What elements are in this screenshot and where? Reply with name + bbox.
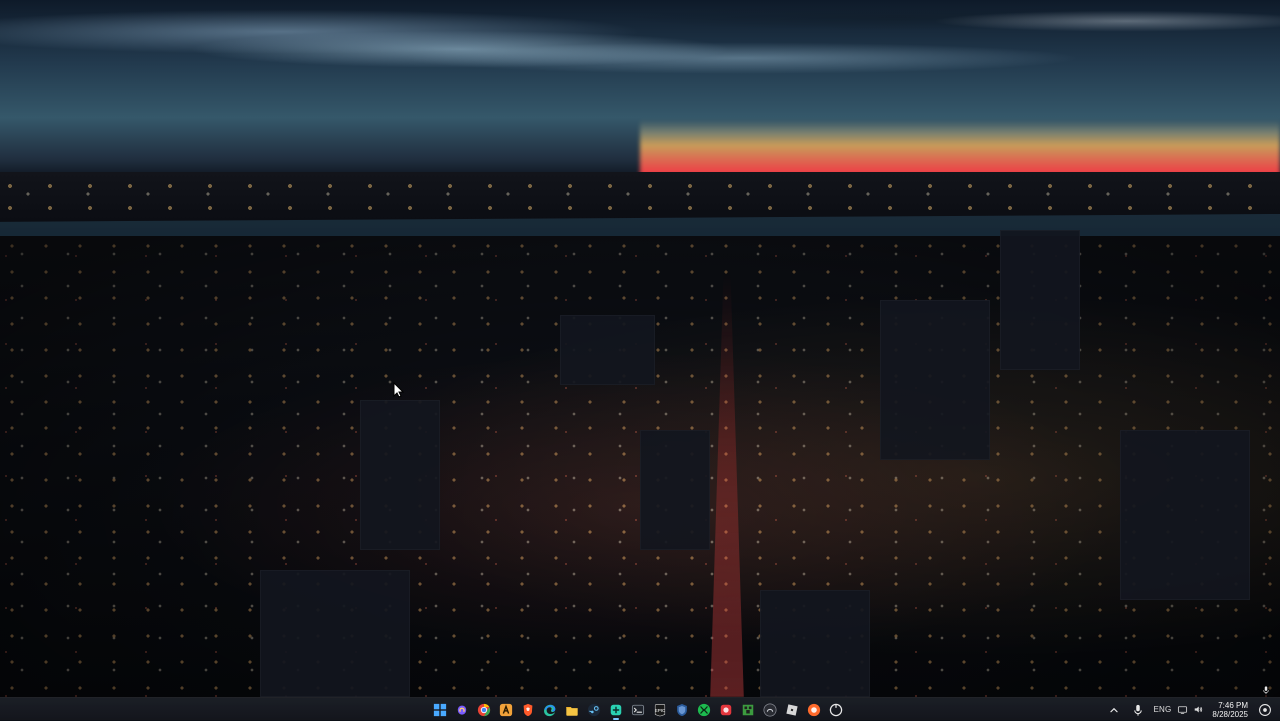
network-icon <box>1178 706 1188 715</box>
corner-microphone-icon <box>1260 684 1272 696</box>
roblox-icon[interactable] <box>783 701 801 719</box>
quick-settings[interactable] <box>1177 704 1204 715</box>
svg-text:EPIC: EPIC <box>655 708 666 713</box>
sunset-glow <box>640 120 1280 176</box>
taskbar: EPIC ENG 7:46 PM 8/28/2025 <box>0 697 1280 720</box>
desktop-wallpaper <box>0 0 1280 697</box>
orange-app-icon[interactable] <box>805 701 823 719</box>
xbox-icon[interactable] <box>695 701 713 719</box>
building <box>360 400 440 550</box>
building <box>760 590 870 697</box>
circle-app-icon[interactable] <box>827 701 845 719</box>
taskbar-apps: EPIC <box>431 700 845 720</box>
building <box>1120 430 1250 600</box>
epic-games-icon[interactable]: EPIC <box>651 701 669 719</box>
start-button[interactable] <box>431 701 449 719</box>
building <box>260 570 410 697</box>
minecraft-icon[interactable] <box>739 701 757 719</box>
mouse-cursor-icon <box>393 381 405 398</box>
steam-icon[interactable] <box>585 701 603 719</box>
building <box>1000 230 1080 370</box>
volume-icon <box>1195 706 1203 713</box>
chrome-icon[interactable] <box>475 701 493 719</box>
clock[interactable]: 7:46 PM 8/28/2025 <box>1210 701 1250 719</box>
system-tray: ENG 7:46 PM 8/28/2025 <box>1105 698 1280 721</box>
dark-app-icon[interactable] <box>761 701 779 719</box>
building <box>560 315 655 385</box>
shield-icon[interactable] <box>673 701 691 719</box>
red-app-icon[interactable] <box>717 701 735 719</box>
distant-city-lights <box>0 178 1280 218</box>
clock-date: 8/28/2025 <box>1212 709 1248 719</box>
notifications-icon[interactable] <box>1256 701 1274 719</box>
language-indicator[interactable]: ENG <box>1153 705 1171 714</box>
tray-overflow-chevron-up-icon[interactable] <box>1105 701 1123 719</box>
brave-icon[interactable] <box>519 701 537 719</box>
copilot-icon[interactable] <box>453 701 471 719</box>
file-explorer-icon[interactable] <box>563 701 581 719</box>
building <box>640 430 710 550</box>
active-app-icon[interactable] <box>607 701 625 720</box>
edge-icon[interactable] <box>541 701 559 719</box>
building <box>880 300 990 460</box>
app-a-icon[interactable] <box>497 701 515 719</box>
terminal-icon[interactable] <box>629 701 647 719</box>
microphone-icon[interactable] <box>1129 701 1147 719</box>
clock-time: 7:46 PM <box>1218 700 1248 710</box>
